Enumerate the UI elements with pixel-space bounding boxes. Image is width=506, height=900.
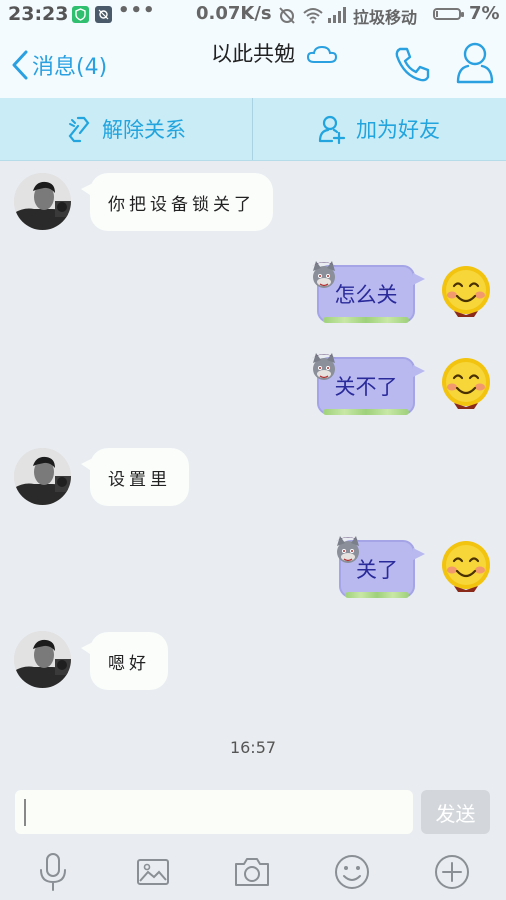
- grass-decoration: [323, 409, 409, 415]
- status-time: 23:23: [8, 3, 69, 25]
- status-bar: 23:23 ••• 0.07K/s 拉圾移动 7%: [0, 0, 506, 30]
- carrier-name: 拉圾移动: [353, 8, 418, 27]
- wolf-sticker-icon: [310, 260, 338, 289]
- plus-icon[interactable]: [432, 852, 472, 892]
- back-button[interactable]: 消息(4): [10, 48, 107, 82]
- message-input[interactable]: [15, 790, 413, 834]
- broken-link-icon: [68, 116, 90, 143]
- settings-app-icon: [95, 6, 112, 23]
- send-button[interactable]: 发送: [421, 790, 490, 834]
- message-text: 设置里: [108, 469, 171, 490]
- message-bubble-received[interactable]: 你把设备锁关了: [81, 173, 273, 231]
- contact-avatar[interactable]: [14, 448, 71, 505]
- my-avatar-smiley-icon[interactable]: [440, 264, 492, 318]
- grass-decoration: [323, 317, 409, 323]
- battery-icon: [433, 8, 464, 20]
- cloud-icon[interactable]: [306, 44, 338, 70]
- message-text: 你把设备锁关了: [108, 194, 255, 215]
- microphone-icon[interactable]: [33, 852, 73, 892]
- contact-avatar[interactable]: [14, 631, 71, 688]
- message-bubble-received[interactable]: 嗯好: [81, 632, 168, 690]
- wolf-sticker-icon: [310, 352, 338, 381]
- back-label: 消息(4): [32, 55, 108, 80]
- phone-icon[interactable]: [392, 44, 432, 88]
- chevron-left-icon: [12, 50, 28, 80]
- shield-app-icon: [72, 6, 89, 23]
- camera-icon[interactable]: [232, 852, 272, 892]
- unlink-relationship-label: 解除关系: [102, 118, 186, 142]
- add-friend-button[interactable]: 加为好友: [253, 98, 505, 160]
- profile-icon[interactable]: [454, 40, 496, 90]
- alarm-off-icon: [277, 6, 297, 28]
- add-friend-icon: [318, 115, 346, 144]
- add-friend-label: 加为好友: [356, 118, 440, 142]
- network-speed: 0.07K/s: [196, 3, 272, 24]
- text-caret: [24, 799, 26, 826]
- message-timestamp: 16:57: [229, 738, 277, 757]
- unlink-relationship-button[interactable]: 解除关系: [0, 98, 252, 160]
- wolf-sticker-icon: [334, 535, 362, 564]
- title-bar: 消息(4) 以此共勉: [0, 30, 506, 98]
- relationship-action-bar: 解除关系 加为好友: [0, 98, 506, 161]
- signal-icon: [326, 6, 348, 28]
- emoji-icon[interactable]: [332, 852, 372, 892]
- message-text: 关不了: [334, 375, 398, 399]
- grass-decoration: [345, 592, 409, 598]
- message-text: 嗯好: [108, 653, 150, 674]
- message-text: 怎么关: [334, 283, 398, 307]
- battery-percent: 7%: [469, 3, 500, 24]
- image-icon[interactable]: [133, 852, 173, 892]
- wifi-icon: [302, 6, 324, 28]
- contact-avatar[interactable]: [14, 173, 71, 230]
- input-bar: 发送: [0, 776, 506, 900]
- notification-dots: •••: [118, 0, 156, 21]
- my-avatar-smiley-icon[interactable]: [440, 539, 492, 593]
- my-avatar-smiley-icon[interactable]: [440, 356, 492, 410]
- message-bubble-received[interactable]: 设置里: [81, 448, 189, 506]
